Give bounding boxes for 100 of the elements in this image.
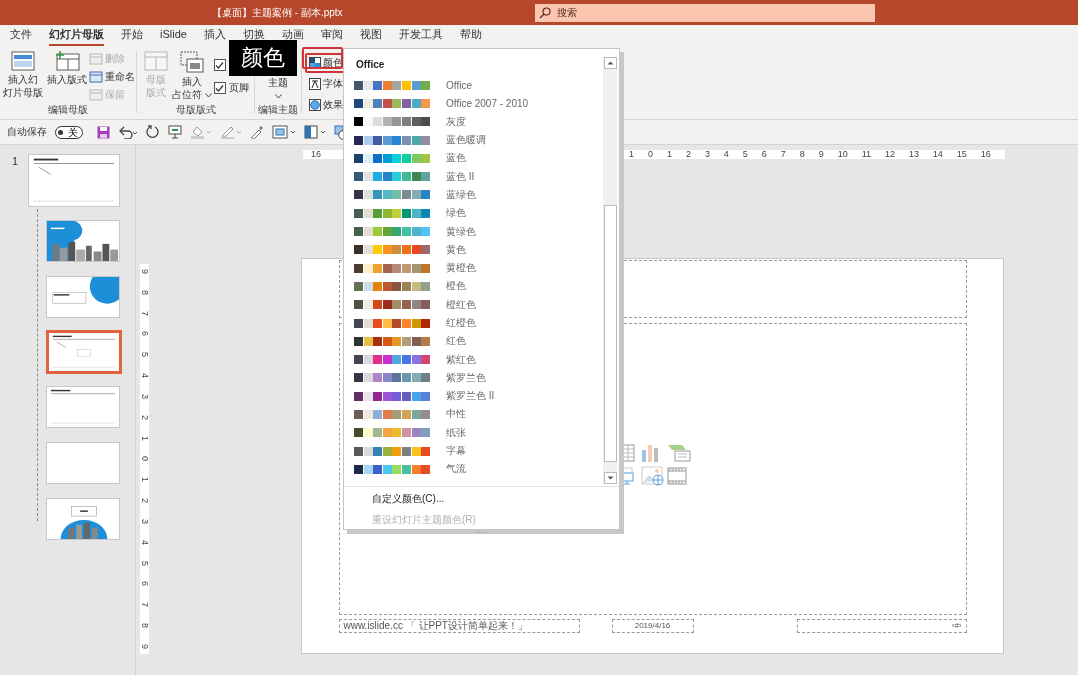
ruler-number: 1 bbox=[140, 477, 149, 483]
color-scheme-name[interactable]: 蓝绿色 bbox=[446, 187, 476, 202]
ruler-number: 1 bbox=[666, 150, 672, 159]
save-icon[interactable] bbox=[97, 125, 110, 139]
chart-icon[interactable] bbox=[640, 444, 659, 462]
insert-layout-button[interactable]: 插入版式 bbox=[45, 49, 89, 89]
color-scheme-name[interactable]: 橙色 bbox=[446, 279, 466, 294]
slide-thumbnail[interactable] bbox=[28, 154, 120, 207]
ruler-number: 14 bbox=[932, 150, 943, 159]
ruler-number: 5 bbox=[140, 560, 149, 566]
ruler-number: 1 bbox=[629, 150, 634, 159]
color-scheme-name[interactable]: 字幕 bbox=[446, 444, 466, 459]
ribbon-tab[interactable]: 视图 bbox=[359, 24, 382, 46]
slide-thumbnail[interactable] bbox=[46, 498, 120, 540]
search-field[interactable]: 搜索 bbox=[535, 3, 875, 22]
color-scheme-name[interactable]: 气流 bbox=[446, 462, 466, 477]
eyedropper-icon[interactable] bbox=[250, 125, 264, 139]
ruler-number: 9 bbox=[140, 269, 149, 274]
theme-button[interactable]: 主题 bbox=[262, 75, 294, 103]
ruler-number: 16 bbox=[311, 150, 321, 159]
ruler-number: 13 bbox=[908, 150, 919, 159]
online-picture-icon[interactable] bbox=[640, 466, 665, 486]
pen-icon[interactable] bbox=[220, 125, 242, 139]
insert-placeholder-button[interactable]: 插入 占位符 bbox=[170, 49, 214, 103]
shape-fill-icon[interactable] bbox=[304, 125, 326, 139]
color-scheme-name[interactable]: 紫罗兰色 bbox=[446, 370, 486, 385]
color-scheme-name[interactable]: 灰度 bbox=[446, 114, 466, 129]
slide-thumbnail[interactable] bbox=[46, 330, 122, 374]
ruler-number: 10 bbox=[837, 150, 848, 159]
color-scheme-name[interactable]: 蓝色 bbox=[446, 151, 466, 166]
ruler-number: 4 bbox=[140, 539, 149, 545]
slide-number-placeholder[interactable]: ‹#› bbox=[796, 619, 967, 633]
ruler-number: 7 bbox=[780, 150, 786, 159]
callout-tooltip: 颜色 bbox=[229, 40, 297, 76]
scrollbar[interactable] bbox=[603, 57, 617, 484]
ribbon-tab[interactable]: 帮助 bbox=[459, 24, 482, 46]
ribbon-tab[interactable]: 开发工具 bbox=[398, 24, 443, 46]
ribbon-tab[interactable]: 审阅 bbox=[320, 24, 343, 46]
add-layout-icon bbox=[54, 51, 80, 71]
ruler-number: 5 bbox=[140, 352, 149, 358]
colors-icon bbox=[309, 57, 321, 69]
checkbox[interactable] bbox=[213, 82, 226, 94]
resize-grip-icon[interactable] bbox=[474, 531, 489, 534]
color-scheme-name[interactable]: 蓝色 II bbox=[446, 169, 475, 184]
color-scheme-name[interactable]: Office 2007 - 2010 bbox=[446, 97, 529, 109]
redo-icon[interactable] bbox=[146, 125, 160, 139]
color-scheme-name[interactable]: 紫红色 bbox=[446, 352, 476, 367]
color-scheme-name[interactable]: 蓝色暖调 bbox=[446, 133, 486, 148]
custom-colors-item[interactable]: 自定义颜色(C)... bbox=[344, 489, 445, 510]
color-scheme-name[interactable]: 红色 bbox=[446, 334, 466, 349]
ruler-number: 3 bbox=[704, 150, 710, 159]
arrange-icon[interactable] bbox=[272, 125, 296, 139]
scroll-up-icon[interactable] bbox=[603, 57, 617, 69]
color-scheme-name[interactable]: 黄绿色 bbox=[446, 224, 476, 239]
color-scheme-name[interactable]: 中性 bbox=[446, 407, 466, 422]
ribbon-tab[interactable]: 插入 bbox=[203, 24, 226, 46]
ribbon-tab[interactable]: 开始 bbox=[121, 24, 143, 46]
slide-master-icon bbox=[11, 51, 35, 71]
presentation-icon[interactable] bbox=[168, 125, 182, 139]
ruler-number: 5 bbox=[742, 150, 748, 159]
color-scheme-name[interactable]: 橙红色 bbox=[446, 297, 476, 312]
color-scheme-name[interactable]: 绿色 bbox=[446, 206, 466, 221]
group-label: 母版版式 bbox=[175, 103, 216, 117]
ruler-number: 7 bbox=[140, 602, 149, 608]
color-scheme-name[interactable]: 黄色 bbox=[446, 242, 466, 257]
ruler-number: 3 bbox=[140, 518, 149, 524]
autosave-toggle[interactable]: 关 bbox=[55, 125, 83, 139]
slide-thumbnail[interactable] bbox=[46, 442, 120, 484]
ruler-number: 6 bbox=[140, 581, 149, 587]
color-scheme-name[interactable]: Office bbox=[446, 79, 472, 91]
checkbox[interactable] bbox=[213, 59, 226, 71]
ribbon-tab[interactable]: iSlide bbox=[160, 26, 187, 44]
ribbon-command[interactable]: 重命名 bbox=[89, 69, 135, 85]
scroll-thumb[interactable] bbox=[603, 205, 617, 462]
ruler-number: 8 bbox=[140, 289, 149, 295]
color-scheme-name[interactable]: 红橙色 bbox=[446, 316, 476, 330]
fill-color-icon[interactable] bbox=[190, 125, 212, 139]
undo-icon[interactable] bbox=[118, 125, 138, 139]
layout-icon bbox=[89, 89, 103, 101]
placeholder-icon bbox=[180, 51, 204, 73]
ruler-number: 12 bbox=[884, 150, 895, 159]
ruler-number: 0 bbox=[647, 150, 653, 159]
ruler-number: 1 bbox=[140, 435, 149, 441]
color-scheme-name[interactable]: 纸张 bbox=[446, 425, 466, 440]
date-placeholder[interactable]: 2019/4/16 bbox=[611, 619, 694, 633]
ruler-number: 8 bbox=[799, 150, 805, 159]
color-scheme-name[interactable]: 黄橙色 bbox=[446, 261, 476, 276]
footer-placeholder[interactable]: www.islide.cc 「 让PPT设计简单起来！」 bbox=[338, 619, 580, 633]
window-title: 【桌面】主题案例 - 副本.pptx bbox=[212, 5, 344, 20]
slide-thumbnail[interactable] bbox=[46, 386, 120, 428]
ribbon-tab[interactable]: 文件 bbox=[10, 24, 32, 46]
video-icon[interactable] bbox=[666, 467, 687, 485]
insert-slide-master-button[interactable]: 插入幻 灯片母版 bbox=[1, 49, 45, 101]
slide-thumbnail[interactable] bbox=[46, 220, 120, 262]
slide-thumbnail[interactable] bbox=[46, 276, 120, 318]
ruler-number: 3 bbox=[140, 393, 149, 399]
caret-icon bbox=[274, 94, 282, 99]
color-scheme-name[interactable]: 紫罗兰色 II bbox=[446, 389, 495, 404]
ruler-number: 4 bbox=[723, 150, 729, 159]
scroll-down-icon[interactable] bbox=[603, 472, 617, 484]
